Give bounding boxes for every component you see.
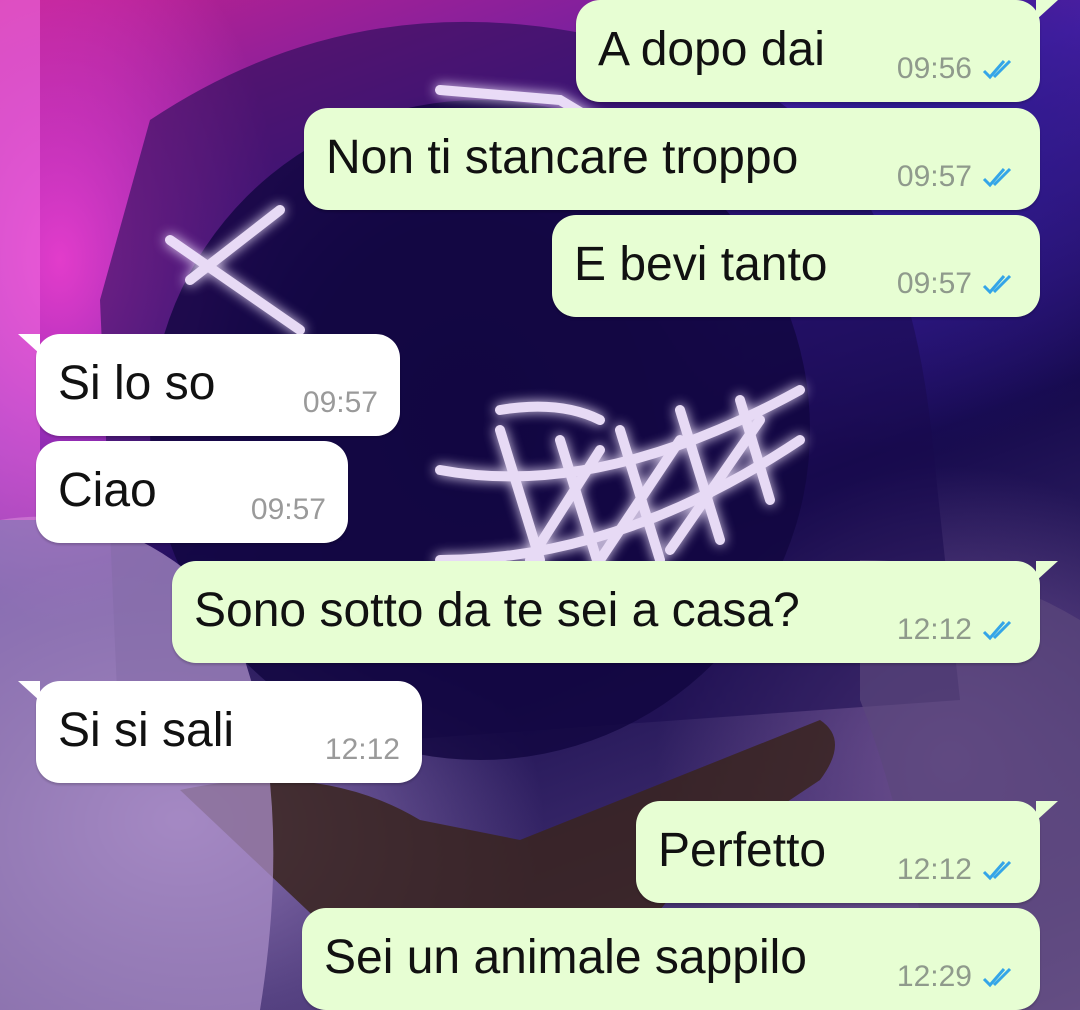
read-double-tick-icon <box>982 59 1012 80</box>
incoming-message[interactable]: Si si sali 12:12 <box>18 681 422 783</box>
message-time: 12:12 <box>324 733 400 766</box>
outgoing-message[interactable]: Perfetto 12:12 <box>636 801 1058 903</box>
read-double-tick-icon <box>982 967 1012 988</box>
read-double-tick-icon <box>982 620 1012 641</box>
message-time: 12:29 <box>896 960 972 993</box>
message-text: A dopo dai <box>598 23 825 76</box>
outgoing-message[interactable]: A dopo dai 09:56 <box>576 0 1058 102</box>
bubble-tail-icon <box>1036 801 1058 821</box>
message-time: 09:57 <box>896 267 972 300</box>
bubble-tail-icon <box>1036 561 1058 581</box>
message-text: Ciao <box>58 464 157 517</box>
outgoing-message[interactable]: Non ti stancare troppo 09:57 <box>304 108 1040 210</box>
bubble-tail-icon <box>18 334 40 354</box>
message-text: Sei un animale sappilo <box>324 931 807 984</box>
message-time: 09:57 <box>250 493 326 526</box>
incoming-message[interactable]: Si lo so 09:57 <box>18 334 400 436</box>
outgoing-message[interactable]: E bevi tanto 09:57 <box>552 215 1040 317</box>
message-time: 09:56 <box>896 52 972 85</box>
incoming-message[interactable]: Ciao 09:57 <box>36 441 348 543</box>
read-double-tick-icon <box>982 167 1012 188</box>
message-time: 12:12 <box>896 853 972 886</box>
message-text: Si lo so <box>58 357 216 410</box>
message-time: 12:12 <box>896 613 972 646</box>
message-time: 09:57 <box>302 386 378 419</box>
outgoing-message[interactable]: Sei un animale sappilo 12:29 <box>302 908 1040 1010</box>
read-double-tick-icon <box>982 860 1012 881</box>
message-time: 09:57 <box>896 160 972 193</box>
message-text: E bevi tanto <box>574 238 828 291</box>
read-double-tick-icon <box>982 274 1012 295</box>
bubble-tail-icon <box>1036 0 1058 20</box>
bubble-tail-icon <box>18 681 40 701</box>
message-text: Sono sotto da te sei a casa? <box>194 584 800 637</box>
message-text: Non ti stancare troppo <box>326 131 799 184</box>
outgoing-message[interactable]: Sono sotto da te sei a casa? 12:12 <box>172 561 1058 663</box>
message-text: Perfetto <box>658 824 827 877</box>
message-list[interactable]: A dopo dai 09:56 Non ti stancare troppo … <box>0 0 1080 1010</box>
message-text: Si si sali <box>58 704 235 757</box>
